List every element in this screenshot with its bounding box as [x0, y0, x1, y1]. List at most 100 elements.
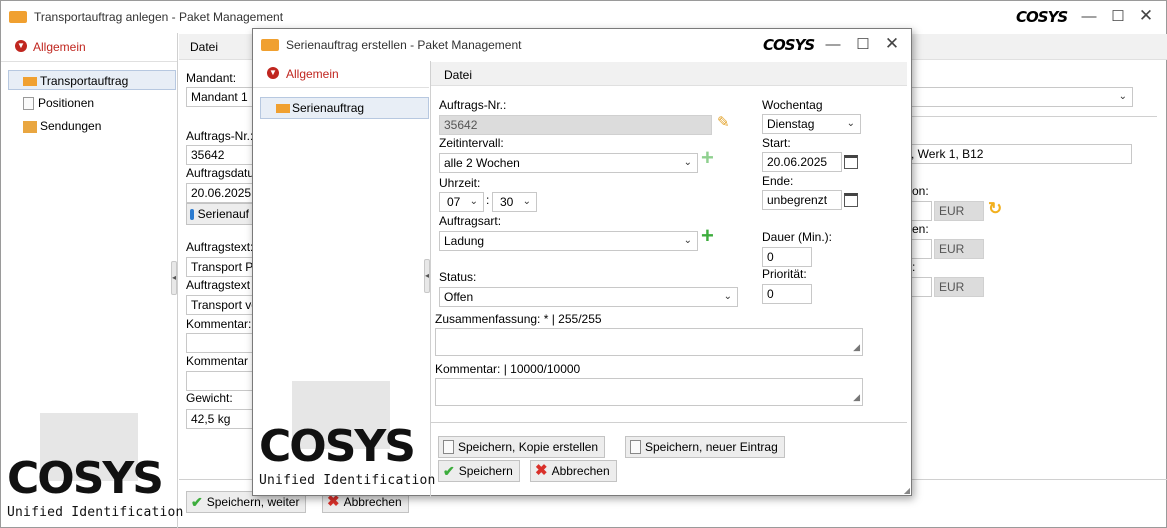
save-new-label: Speichern, neuer Eintrag	[645, 440, 778, 454]
checkmark-icon: ✔	[191, 494, 203, 510]
document-icon	[23, 97, 34, 111]
save-new-button[interactable]: Speichern, neuer Eintrag	[625, 436, 785, 458]
sidebar-border	[430, 61, 431, 497]
prioritaet-field[interactable]: 0	[762, 284, 812, 304]
sidebar-item-transportauftrag[interactable]: Transportauftrag	[8, 70, 176, 90]
auftragsart-select[interactable]: Ladung ⌄	[439, 231, 698, 251]
hour-value: 07	[447, 195, 461, 209]
section-allgemein[interactable]: Allgemein	[33, 40, 86, 54]
cancel-label: Abbrechen	[551, 464, 610, 478]
serienauftrag-button[interactable]: Serienauf	[186, 203, 256, 225]
end-date-field[interactable]: unbegrenzt	[762, 190, 842, 210]
zeitintervall-label: Zeitintervall:	[439, 136, 504, 150]
price-label-1: on:	[912, 184, 929, 198]
address-field[interactable]: , Werk 1, B12	[906, 144, 1132, 164]
zeitintervall-value: alle 2 Wochen	[444, 156, 520, 170]
auftragstext-field[interactable]: Transport Pr	[186, 257, 256, 277]
close-button[interactable]: ✕	[882, 35, 902, 52]
kommentar-textarea[interactable]: ◢	[435, 378, 863, 406]
auftragsdatum-field[interactable]: 20.06.2025	[186, 183, 256, 203]
calendar-icon[interactable]	[844, 155, 858, 169]
resize-grip-icon[interactable]: ◢	[904, 486, 910, 495]
save-button[interactable]: ✔ Speichern	[438, 460, 520, 482]
maximize-button[interactable]: ☐	[1108, 9, 1128, 24]
currency-field-3: EUR	[934, 277, 984, 297]
price-label-3: :	[912, 260, 916, 274]
sidebar-item-sendungen[interactable]: Sendungen	[23, 116, 173, 136]
wochentag-value: Dienstag	[767, 117, 815, 131]
refresh-icon	[190, 208, 194, 220]
wochentag-label: Wochentag	[762, 98, 823, 112]
truck-icon	[9, 11, 27, 23]
start-label: Start:	[762, 136, 791, 150]
collapse-circle-icon[interactable]: ▼	[267, 67, 279, 79]
calendar-icon[interactable]	[844, 193, 858, 207]
save-copy-button[interactable]: Speichern, Kopie erstellen	[438, 436, 606, 458]
tab-datei[interactable]: Datei	[190, 40, 218, 54]
add-icon[interactable]: +	[701, 147, 714, 169]
minute-select[interactable]: 30 ⌄	[492, 192, 537, 212]
hour-select[interactable]: 07 ⌄	[439, 192, 484, 212]
splitter-handle[interactable]: ◂	[171, 261, 177, 295]
kommentar2-field[interactable]	[186, 371, 256, 391]
price-label-2: en:	[912, 222, 929, 236]
sidebar-item-serienauftrag[interactable]: Serienauftrag	[260, 97, 429, 119]
package-icon	[23, 120, 37, 133]
gewicht-field[interactable]: 42,5 kg	[186, 409, 256, 429]
splitter-handle[interactable]: ◂	[424, 259, 430, 293]
serienauftrag-dialog: Serienauftrag erstellen - Paket Manageme…	[252, 28, 912, 497]
auftragsnr-field[interactable]: 35642	[186, 145, 256, 165]
copy-icon	[443, 440, 454, 454]
status-select[interactable]: Offen ⌄	[439, 287, 738, 307]
collapse-circle-icon[interactable]: ▼	[15, 40, 27, 52]
auftragsnr-label: Auftrags-Nr.:	[186, 129, 254, 143]
zusammenfassung-textarea[interactable]: ◢	[435, 328, 863, 356]
main-select-field[interactable]: ⌄	[906, 87, 1133, 107]
start-date-field[interactable]: 20.06.2025	[762, 152, 842, 172]
resize-grip-icon[interactable]: ◢	[853, 392, 860, 403]
add-icon[interactable]: +	[701, 225, 714, 247]
maximize-button[interactable]: ☐	[853, 37, 873, 52]
right-divider	[906, 116, 1157, 117]
cross-icon: ✖	[535, 462, 548, 479]
zeitintervall-select[interactable]: alle 2 Wochen ⌄	[439, 153, 698, 173]
section-allgemein[interactable]: Allgemein	[286, 67, 339, 81]
currency-field-1: EUR	[934, 201, 984, 221]
tab-datei[interactable]: Datei	[444, 68, 472, 82]
sidebar-divider	[1, 61, 177, 62]
sidebar-item-positionen[interactable]: Positionen	[23, 93, 173, 113]
auftragstext2-label: Auftragstext :	[186, 278, 257, 292]
status-label: Status:	[439, 270, 477, 284]
dauer-field[interactable]: 0	[762, 247, 812, 267]
chevron-down-icon: ⌄	[723, 291, 732, 302]
minute-value: 30	[500, 195, 514, 209]
truck-icon	[276, 104, 290, 114]
kommentar-field[interactable]	[186, 333, 256, 353]
dialog-title: Serienauftrag erstellen - Paket Manageme…	[286, 38, 522, 52]
cancel-button[interactable]: ✖ Abbrechen	[530, 460, 617, 482]
kommentar2-label: Kommentar 2	[186, 354, 259, 368]
resize-grip-icon[interactable]: ◢	[853, 342, 860, 353]
chevron-down-icon: ⌄	[683, 157, 692, 168]
checkmark-icon: ✔	[443, 463, 455, 479]
refresh-icon[interactable]: ↻	[988, 199, 1002, 219]
pencil-icon[interactable]: ✎	[717, 113, 730, 131]
minimize-button[interactable]: —	[1079, 9, 1099, 24]
chevron-down-icon: ⌄	[846, 118, 855, 129]
window-title: Transportauftrag anlegen - Paket Managem…	[34, 10, 284, 24]
truck-icon	[23, 77, 37, 87]
auftragsart-label: Auftragsart:	[439, 214, 502, 228]
sidebar-item-label: Positionen	[38, 96, 95, 110]
dauer-label: Dauer (Min.):	[762, 230, 833, 244]
wochentag-select[interactable]: Dienstag ⌄	[762, 114, 861, 134]
truck-icon	[261, 39, 279, 51]
mandant-field[interactable]: Mandant 1	[186, 87, 256, 107]
minimize-button[interactable]: —	[823, 37, 843, 52]
close-button[interactable]: ✕	[1136, 7, 1156, 24]
auftragstext2-field[interactable]: Transport vo	[186, 295, 256, 315]
document-icon	[630, 440, 641, 454]
auftragsdatum-label: Auftragsdatu	[186, 166, 255, 180]
logo-subtitle: Unified Identification	[7, 505, 184, 520]
gewicht-label: Gewicht:	[186, 391, 233, 405]
sidebar-divider	[253, 87, 429, 88]
